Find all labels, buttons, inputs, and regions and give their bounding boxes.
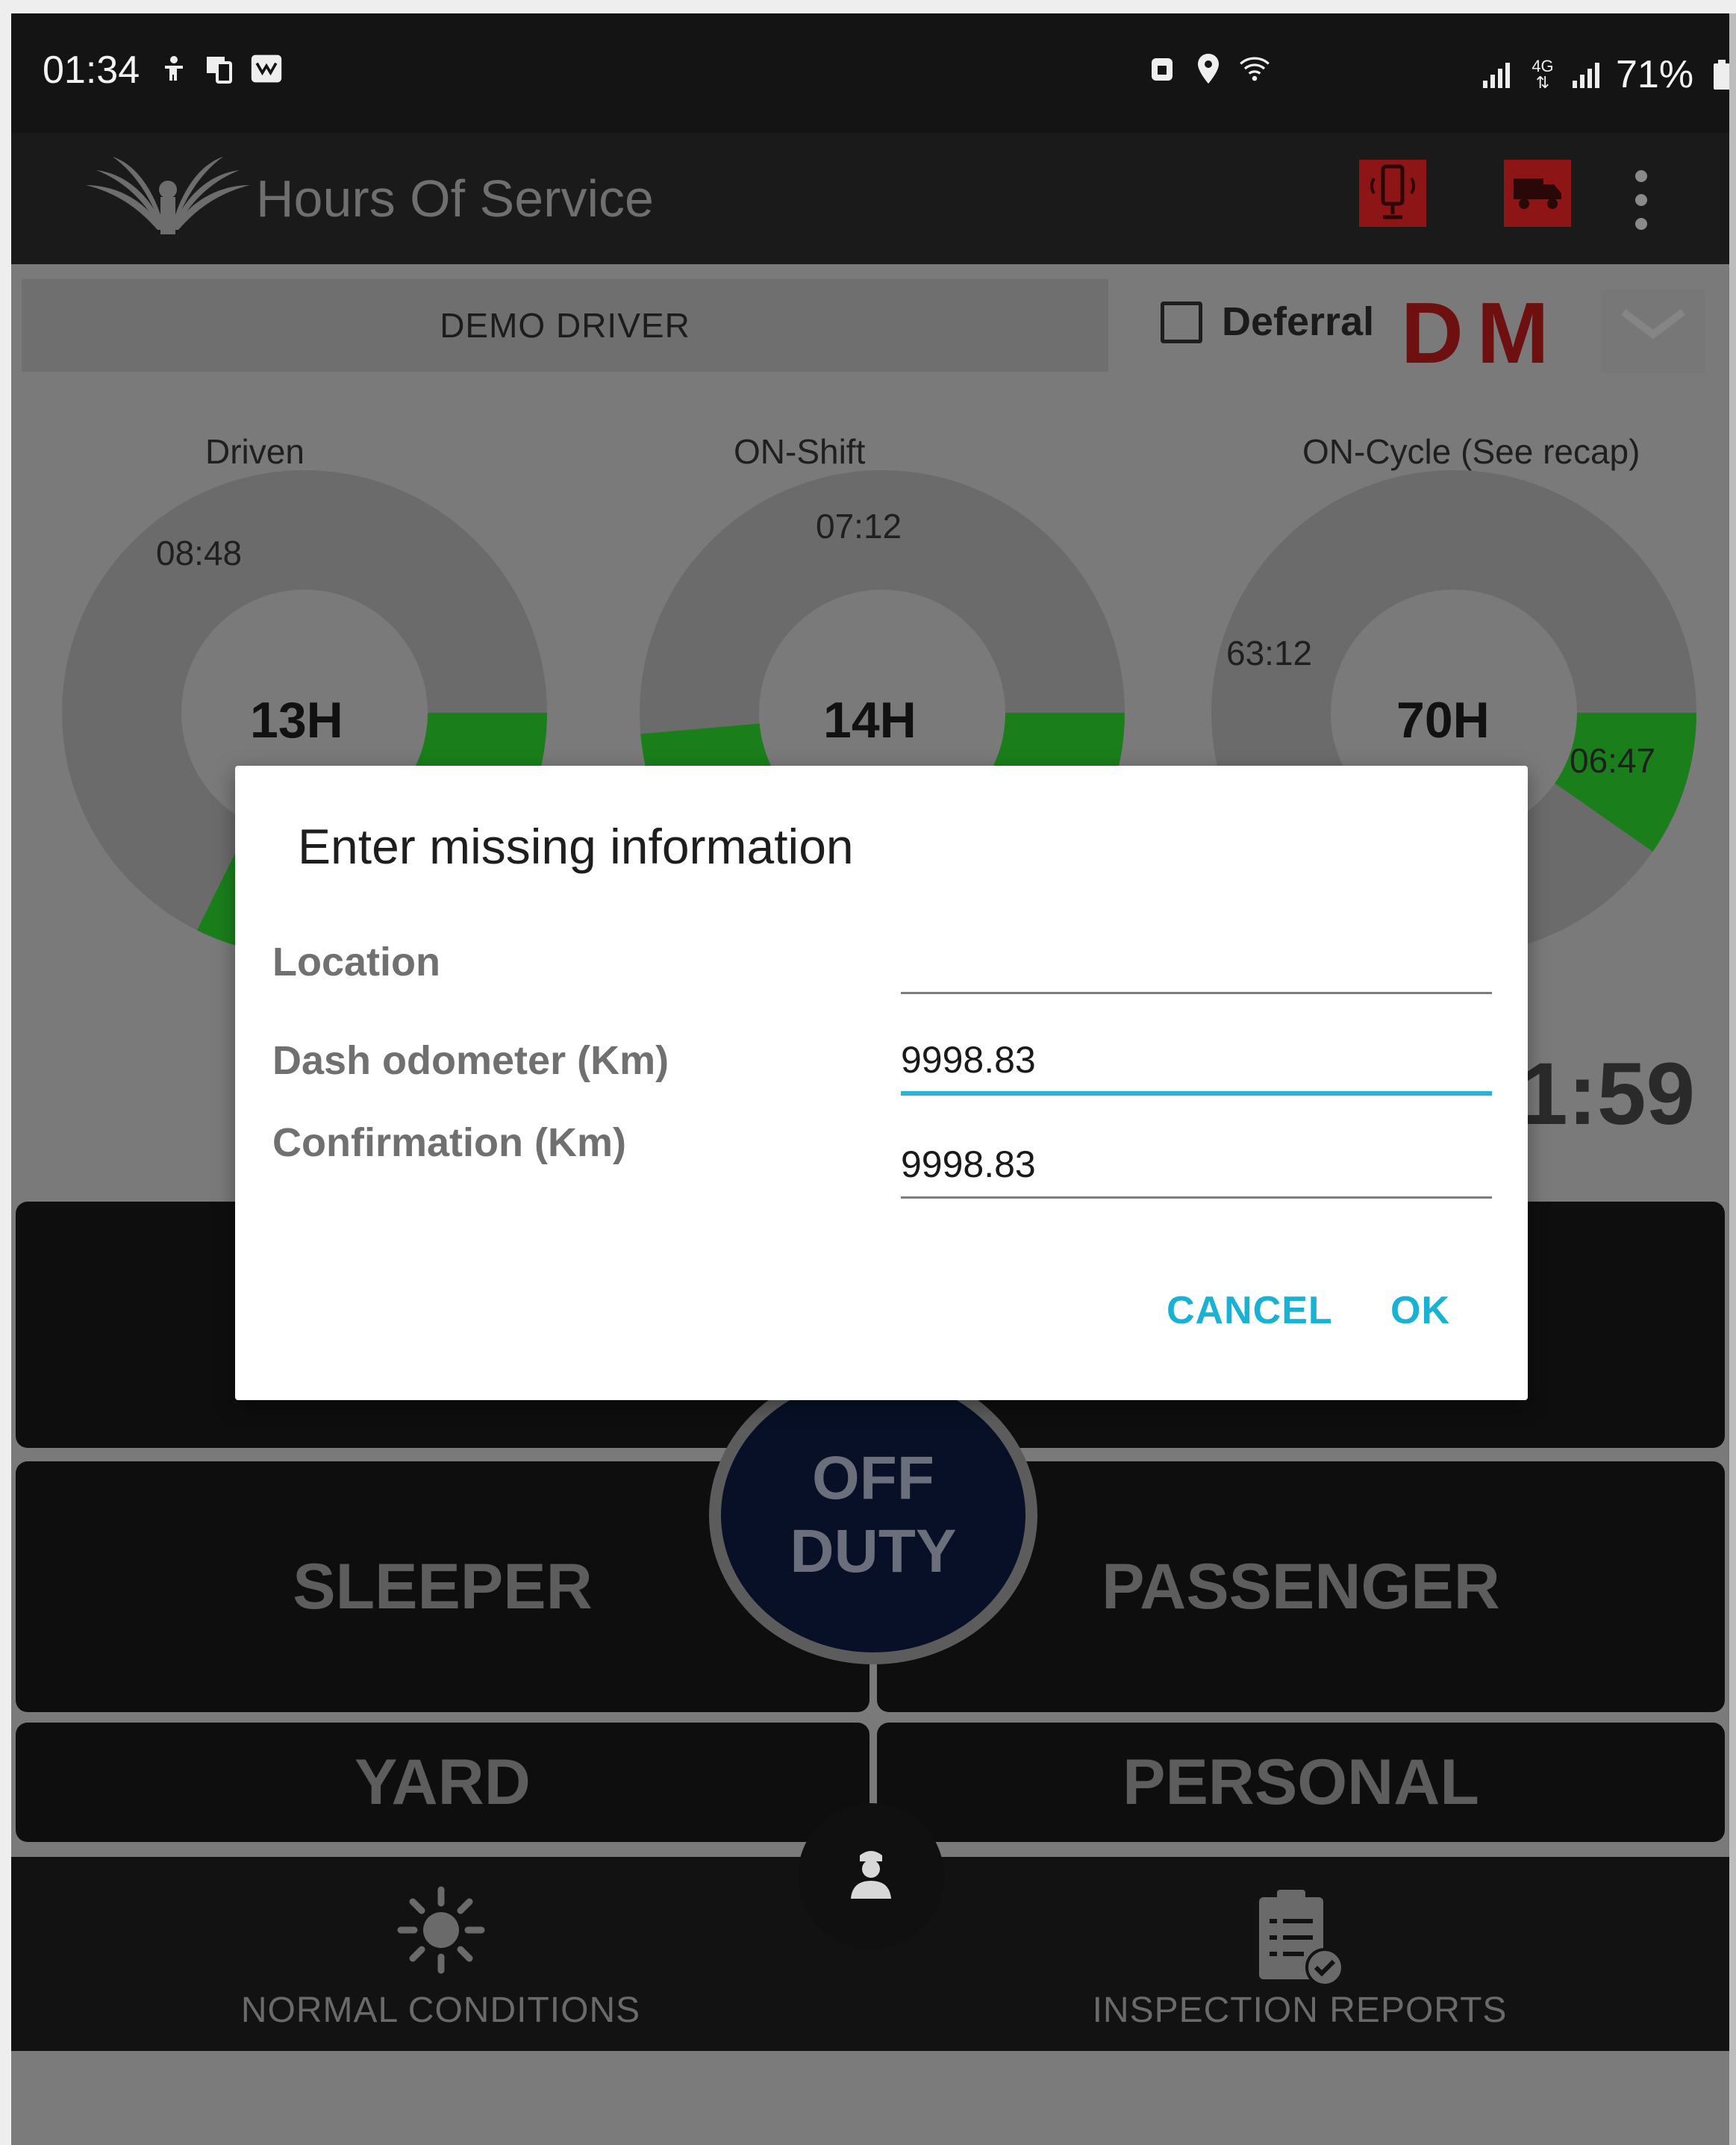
driver-mode-indicator: DM (1401, 284, 1563, 381)
status-bar: 01:34 4G ⇅ 71% (11, 13, 1729, 133)
status-notification-icons (157, 52, 283, 85)
clipboard-check-icon (1252, 1885, 1349, 1993)
status-system-icons (1146, 52, 1271, 85)
ok-button[interactable]: OK (1390, 1288, 1450, 1333)
deferral-checkbox[interactable] (1161, 302, 1202, 343)
mail-icon (1621, 309, 1685, 340)
vehicle-button[interactable] (1504, 160, 1571, 227)
accessibility-icon (157, 52, 190, 85)
confirmation-input[interactable] (901, 1131, 1492, 1199)
odometer-label: Dash odometer (Km) (272, 1038, 669, 1083)
driver-profile-button[interactable] (798, 1803, 944, 1949)
sun-icon (396, 1885, 486, 1979)
normal-conditions-label: NORMAL CONDITIONS (240, 1991, 641, 2030)
eagle-logo-icon (86, 155, 250, 237)
app-screen: 01:34 4G ⇅ 71% Hours Of Service DEMO DRI… (11, 13, 1729, 2145)
normal-conditions-button[interactable]: NORMAL CONDITIONS (11, 1857, 870, 2051)
data-arrows-icon: ⇅ (1535, 73, 1550, 92)
alarm-icon (1146, 52, 1178, 85)
gauge-total-on-cycle: 70H (1396, 692, 1490, 749)
menu-dot-icon (1635, 194, 1647, 206)
off-duty-label-line1: OFF (812, 1443, 934, 1512)
app-bar: Hours Of Service (11, 133, 1729, 264)
truck-icon (1511, 171, 1564, 216)
gauge-value-on-shift: 07:12 (816, 507, 902, 546)
menu-dot-icon (1635, 218, 1647, 230)
location-input[interactable] (901, 927, 1492, 994)
signal-strength-icon (1481, 58, 1514, 91)
inspection-reports-label: INSPECTION REPORTS (1092, 1991, 1508, 2030)
off-duty-button[interactable]: OFF DUTY (709, 1366, 1037, 1664)
deferral-label: Deferral (1222, 299, 1375, 344)
gauge-value-driven: 08:48 (156, 534, 243, 572)
gauge-total-on-shift: 14H (823, 692, 917, 749)
app-logo-notification-icon (250, 52, 283, 85)
wifi-icon (1238, 52, 1271, 85)
status-time: 01:34 (43, 49, 140, 92)
shift-clock: 1:59 (1519, 1045, 1696, 1143)
inspection-reports-button[interactable]: INSPECTION REPORTS (870, 1857, 1729, 2051)
network-type-label: 4G (1532, 57, 1554, 75)
network-type-icon: 4G ⇅ (1526, 58, 1559, 91)
menu-dot-icon (1635, 170, 1647, 182)
status-right-group: 4G ⇅ 71% (1481, 52, 1729, 97)
app-title: Hours Of Service (256, 169, 654, 228)
screen-border-left (0, 0, 11, 2145)
battery-icon (1705, 58, 1729, 91)
bottom-spacer (11, 2051, 1729, 2145)
dialog-title: Enter missing information (298, 819, 854, 874)
driver-name-button[interactable]: DEMO DRIVER (22, 279, 1108, 372)
device-transfer-icon (204, 52, 237, 85)
gauge-remaining-on-cycle: 06:47 (1570, 741, 1656, 780)
odometer-input[interactable] (901, 1028, 1492, 1096)
overflow-menu-button[interactable] (1632, 170, 1650, 230)
gauge-total-driven: 13H (250, 692, 343, 749)
phone-connection-icon (1367, 162, 1419, 225)
confirmation-label: Confirmation (Km) (272, 1120, 626, 1165)
personal-button[interactable]: PERSONAL (877, 1723, 1725, 1842)
device-connection-button[interactable] (1359, 160, 1426, 227)
missing-info-dialog: Enter missing information Location Dash … (235, 766, 1528, 1400)
signal-strength-2-icon (1571, 58, 1604, 91)
screen-border-top (0, 0, 1736, 13)
battery-percent: 71% (1616, 53, 1694, 96)
gauge-value-on-cycle: 63:12 (1226, 634, 1313, 672)
cancel-button[interactable]: CANCEL (1167, 1288, 1333, 1333)
location-icon (1192, 52, 1225, 85)
yard-button[interactable]: YARD (16, 1723, 869, 1842)
location-label: Location (272, 940, 440, 984)
driver-avatar-icon (845, 1845, 897, 1908)
off-duty-label-line2: DUTY (790, 1517, 957, 1585)
mail-button[interactable] (1601, 290, 1705, 373)
